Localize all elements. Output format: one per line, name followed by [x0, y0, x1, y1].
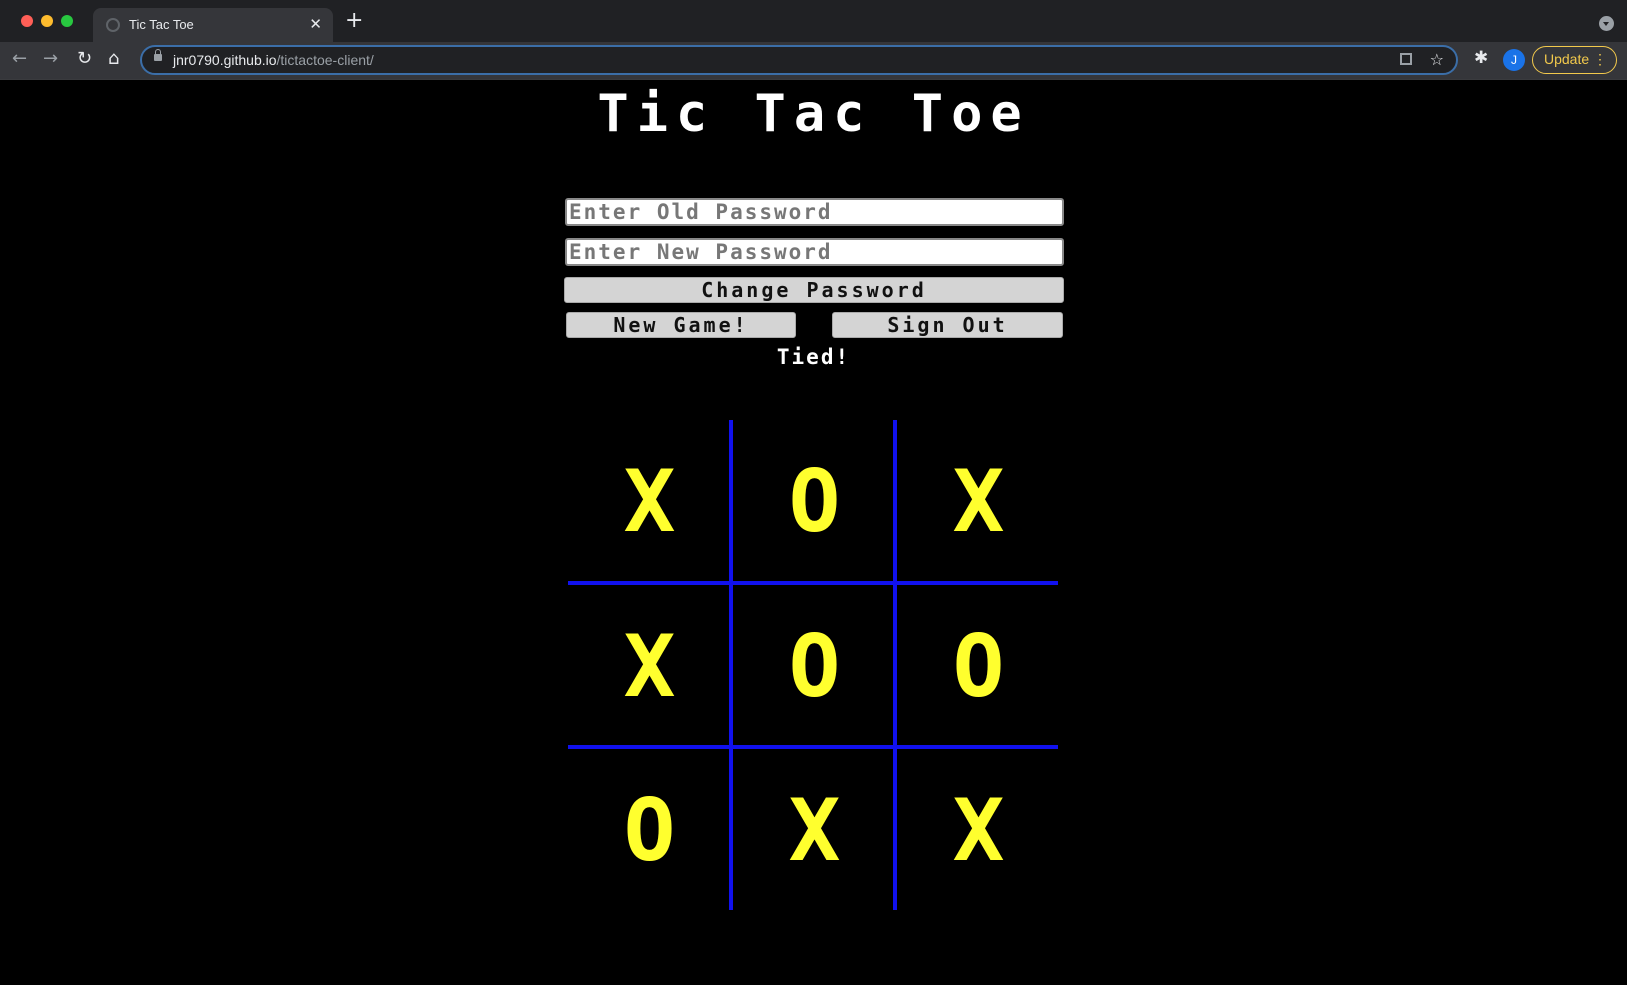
url-path: /tictactoe-client/: [276, 52, 374, 68]
avatar[interactable]: J: [1503, 49, 1525, 71]
url-host: jnr0790.github.io: [173, 52, 277, 68]
close-icon[interactable]: ✕: [309, 15, 322, 33]
board-cell[interactable]: O: [733, 585, 896, 748]
cell-mark: X: [623, 451, 676, 552]
cell-mark: O: [788, 451, 841, 552]
cell-mark: X: [788, 780, 841, 881]
old-password-field[interactable]: [565, 198, 1064, 226]
update-label: Update: [1544, 51, 1590, 67]
cell-mark: O: [788, 616, 841, 717]
url-text: jnr0790.github.io/tictactoe-client/: [173, 52, 374, 68]
board-cell[interactable]: O: [897, 585, 1060, 748]
minimize-window-button[interactable]: [41, 15, 53, 27]
address-bar[interactable]: jnr0790.github.io/tictactoe-client/ ☆: [140, 45, 1458, 75]
new-password-field[interactable]: [565, 238, 1064, 266]
game-status: Tied!: [776, 345, 851, 369]
page-content: Tic Tac Toe Change Password New Game! Si…: [0, 80, 1627, 985]
cell-mark: X: [952, 780, 1005, 881]
board-cell[interactable]: X: [897, 420, 1060, 583]
cell-mark: X: [952, 451, 1005, 552]
browser-toolbar: ← → ↻ ⌂ jnr0790.github.io/tictactoe-clie…: [0, 42, 1627, 79]
plus-icon[interactable]: +: [345, 10, 363, 32]
browser-chrome: Tic Tac Toe ✕ + ← → ↻ ⌂ jnr0790.github.i…: [0, 0, 1627, 80]
chevron-down-icon[interactable]: [1599, 16, 1614, 31]
cell-mark: X: [623, 616, 676, 717]
close-window-button[interactable]: [21, 15, 33, 27]
change-password-button[interactable]: Change Password: [564, 277, 1064, 303]
back-arrow-icon[interactable]: ←: [12, 46, 27, 72]
update-button[interactable]: Update ⋮: [1532, 46, 1617, 74]
tab-title: Tic Tac Toe: [129, 17, 194, 32]
window-controls: [21, 15, 73, 27]
lock-icon: [154, 49, 162, 61]
page-title: Tic Tac Toe: [597, 84, 1030, 144]
globe-icon: [106, 18, 120, 32]
qr-code-icon[interactable]: [1400, 53, 1412, 65]
more-vert-icon: ⋮: [1593, 51, 1607, 67]
puzzle-icon[interactable]: ✱: [1474, 48, 1488, 68]
board-cell[interactable]: X: [568, 420, 731, 583]
cell-mark: O: [623, 780, 676, 881]
reload-icon[interactable]: ↻: [77, 46, 92, 72]
star-icon[interactable]: ☆: [1430, 50, 1444, 69]
cell-mark: O: [952, 616, 1005, 717]
browser-tab[interactable]: Tic Tac Toe ✕: [93, 8, 333, 42]
new-game-button[interactable]: New Game!: [566, 312, 796, 338]
forward-arrow-icon[interactable]: →: [43, 46, 58, 72]
board-cell[interactable]: X: [733, 749, 896, 912]
home-icon[interactable]: ⌂: [108, 46, 119, 72]
sign-out-button[interactable]: Sign Out: [832, 312, 1063, 338]
maximize-window-button[interactable]: [61, 15, 73, 27]
board-cell[interactable]: O: [733, 420, 896, 583]
board-cell[interactable]: X: [568, 585, 731, 748]
board-cell[interactable]: O: [568, 749, 731, 912]
board-cell[interactable]: X: [897, 749, 1060, 912]
game-board: X O X X O O O X X: [568, 420, 1058, 910]
